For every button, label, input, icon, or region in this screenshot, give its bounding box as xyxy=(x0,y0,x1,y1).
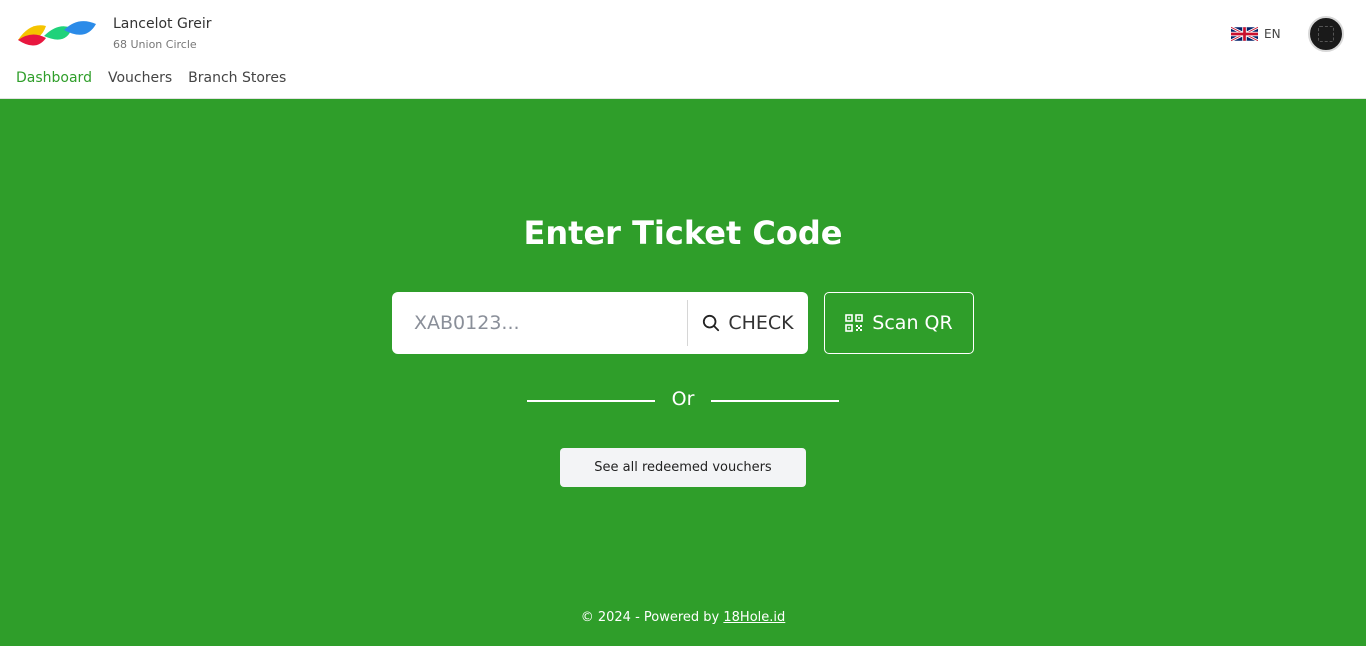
header-bar: Lancelot Greir 68 Union Circle Dashboard… xyxy=(0,0,1366,99)
or-label: Or xyxy=(671,388,695,410)
ticket-code-box: CHECK xyxy=(392,292,808,354)
scan-qr-button[interactable]: Scan QR xyxy=(824,292,974,354)
nav-vouchers[interactable]: Vouchers xyxy=(108,70,172,86)
footer: © 2024 - Powered by 18Hole.id xyxy=(0,610,1366,625)
brand-logo[interactable] xyxy=(16,18,98,52)
main-nav: Dashboard Vouchers Branch Stores xyxy=(16,70,286,86)
scan-qr-label: Scan QR xyxy=(872,312,953,334)
avatar-image xyxy=(1318,26,1334,42)
avatar[interactable] xyxy=(1308,16,1344,52)
or-divider-right xyxy=(711,400,839,402)
nav-branch-stores[interactable]: Branch Stores xyxy=(188,70,286,86)
check-label: CHECK xyxy=(728,312,794,334)
ticket-code-input[interactable] xyxy=(392,292,687,354)
search-icon xyxy=(703,314,720,332)
nav-dashboard[interactable]: Dashboard xyxy=(16,70,92,86)
footer-link[interactable]: 18Hole.id xyxy=(723,610,785,625)
language-switcher[interactable]: EN xyxy=(1231,26,1281,42)
see-redeemed-vouchers-button[interactable]: See all redeemed vouchers xyxy=(560,448,806,487)
qr-code-icon xyxy=(845,314,864,332)
check-button[interactable]: CHECK xyxy=(688,292,808,354)
language-label: EN xyxy=(1264,27,1281,41)
uk-flag-icon xyxy=(1231,26,1258,42)
footer-text: © 2024 - Powered by xyxy=(580,610,724,625)
page-title: Enter Ticket Code xyxy=(523,214,843,252)
user-address: 68 Union Circle xyxy=(113,38,197,51)
user-name: Lancelot Greir xyxy=(113,16,212,32)
